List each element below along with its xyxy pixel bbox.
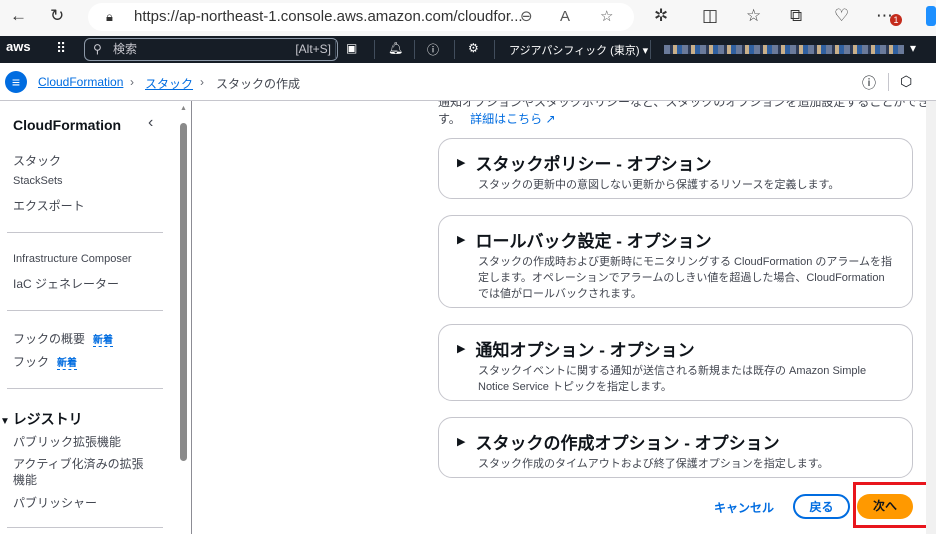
intro-end: す。 xyxy=(438,112,461,126)
caret-right-icon: ▶ xyxy=(457,234,466,246)
breadcrumb-bar: ≡ CloudFormation › スタック › スタックの作成 ⓘ ⬡ xyxy=(0,63,936,101)
search-input[interactable]: ⚲ 検索 [Alt+S] xyxy=(84,38,338,61)
section-notification-options[interactable]: ▶ 通知オプション - オプション スタックイベントに関する通知が送信される新規ま… xyxy=(438,324,913,401)
health-icon[interactable]: ♡ xyxy=(834,6,849,26)
breadcrumb-cloudformation[interactable]: CloudFormation xyxy=(38,75,123,89)
url-text: https://ap-northeast-1.console.aws.amazo… xyxy=(134,8,523,25)
lock-icon: 🔒︎ xyxy=(106,9,113,24)
region-label: アジアパシフィック (東京) xyxy=(509,45,640,57)
back-button[interactable]: 戻る xyxy=(793,494,850,519)
new-badge: 新着 xyxy=(93,335,114,347)
gear-icon[interactable]: ⚙ xyxy=(468,41,479,55)
address-bar[interactable]: 🔒︎ https://ap-northeast-1.console.aws.am… xyxy=(88,3,634,31)
section-description: スタックイベントに関する通知が送信される新規または既存の Amazon Simp… xyxy=(478,365,867,393)
page-scrollbar[interactable] xyxy=(926,101,936,534)
sidebar-item-stacksets[interactable]: StackSets xyxy=(13,175,63,187)
highlight-box xyxy=(853,482,929,528)
back-icon[interactable]: ← xyxy=(10,6,27,26)
extensions-icon[interactable]: ✲ xyxy=(654,6,668,26)
section-title: スタックポリシー - オプション xyxy=(475,155,712,174)
search-placeholder: 検索 xyxy=(113,42,138,56)
label: フック xyxy=(13,355,50,369)
learn-more-label: 詳細はこちら xyxy=(470,112,543,126)
search-shortcut: [Alt+S] xyxy=(295,42,331,56)
browser-toolbar: ← ↻ 🔒︎ https://ap-northeast-1.console.aw… xyxy=(0,0,936,36)
new-badge: 新着 xyxy=(57,358,78,370)
cloudshell-icon[interactable]: ▣ xyxy=(346,41,357,55)
intro-text-end: す。 詳細はこちら ↗ xyxy=(438,110,556,127)
aws-logo[interactable]: aws xyxy=(6,39,31,54)
section-title: ロールバック設定 - オプション xyxy=(475,232,712,251)
sidebar-item-stacks[interactable]: スタック xyxy=(13,152,61,169)
chevron-right-icon: › xyxy=(200,75,204,89)
split-screen-icon[interactable]: ◫ xyxy=(702,6,718,26)
sidebar-scrollbar[interactable]: ▲ xyxy=(178,101,190,534)
favorite-star-icon[interactable]: ☆ xyxy=(600,3,613,31)
breadcrumb-stacks[interactable]: スタック xyxy=(145,75,193,92)
caret-down-icon: ▼ xyxy=(0,416,13,427)
read-aloud-icon[interactable]: A xyxy=(560,3,570,31)
collections-icon[interactable]: ⧉ xyxy=(790,6,802,26)
search-icon: ⚲ xyxy=(93,42,102,56)
region-selector[interactable]: アジアパシフィック (東京) ▾ xyxy=(509,42,648,58)
favorites-icon[interactable]: ☆ xyxy=(746,6,761,26)
refresh-icon[interactable]: ↻ xyxy=(50,6,64,26)
breadcrumb-current: スタックの作成 xyxy=(216,77,301,91)
chevron-right-icon: › xyxy=(130,75,134,89)
services-grid-icon[interactable]: ⠿ xyxy=(56,40,66,57)
scrollbar-thumb[interactable] xyxy=(180,123,187,461)
caret-right-icon: ▶ xyxy=(457,157,466,169)
notification-badge: 1 xyxy=(890,14,902,26)
collapse-sidebar-icon[interactable]: ‹ xyxy=(148,114,153,132)
section-rollback-config[interactable]: ▶ ロールバック設定 - オプション スタックの作成時および更新時にモニタリングす… xyxy=(438,215,913,308)
label: フックの概要 xyxy=(13,332,86,346)
aws-top-nav: aws ⠿ ⚲ 検索 [Alt+S] ▣ 🔔︎ ⓘ ⚙ アジアパシフィック (東… xyxy=(0,36,936,63)
section-description: スタック作成のタイムアウトおよび終了保護オプションを指定します。 xyxy=(478,458,829,470)
sidebar-item-infrastructure-composer[interactable]: Infrastructure Composer xyxy=(13,253,132,265)
section-stack-creation-options[interactable]: ▶ スタックの作成オプション - オプション スタック作成のタイムアウトおよび終了… xyxy=(438,417,913,478)
registry-section-toggle[interactable]: ▼ レジストリ xyxy=(0,409,83,429)
section-title: 通知オプション - オプション xyxy=(475,341,695,360)
section-description: スタックの作成時および更新時にモニタリングする CloudFormation の… xyxy=(478,256,893,300)
sidebar: CloudFormation ‹ スタック StackSets エクスポート I… xyxy=(0,101,178,534)
section-description: スタックの更新中の意図しない更新から保護するリソースを定義します。 xyxy=(478,179,840,191)
caret-right-icon: ▶ xyxy=(457,343,466,355)
registry-title: レジストリ xyxy=(12,411,83,427)
preferences-icon[interactable]: ⬡ xyxy=(900,73,912,90)
caret-right-icon: ▶ xyxy=(457,436,466,448)
info-icon[interactable]: ⓘ xyxy=(862,73,876,93)
sidebar-item-hooks[interactable]: フック 新着 xyxy=(13,353,78,370)
cancel-button[interactable]: キャンセル xyxy=(714,499,774,516)
copilot-icon[interactable] xyxy=(926,6,936,26)
zoom-icon[interactable]: ⊖ xyxy=(520,3,533,31)
sidebar-item-activated-extensions[interactable]: アクティブ化済みの拡張機能 xyxy=(13,456,153,488)
sidebar-item-hooks-overview[interactable]: フックの概要 新着 xyxy=(13,330,114,347)
sidebar-item-public-extensions[interactable]: パブリック拡張機能 xyxy=(13,433,121,450)
bell-icon[interactable]: 🔔︎ xyxy=(388,41,403,55)
sidebar-item-exports[interactable]: エクスポート xyxy=(13,197,85,214)
section-title: スタックの作成オプション - オプション xyxy=(475,434,780,453)
sidebar-item-iac-generator[interactable]: IaC ジェネレーター xyxy=(13,275,119,292)
account-menu-redacted[interactable] xyxy=(664,45,904,54)
intro-text: 通知オプションやスタックポリシーなど、スタックのオプションを追加設定することがで… xyxy=(438,101,936,109)
menu-toggle-icon[interactable]: ≡ xyxy=(5,71,27,93)
chevron-down-icon[interactable]: ▾ xyxy=(910,41,916,55)
section-stack-policy[interactable]: ▶ スタックポリシー - オプション スタックの更新中の意図しない更新から保護する… xyxy=(438,138,913,199)
external-link-icon: ↗ xyxy=(545,112,556,126)
sidebar-item-publishers[interactable]: パブリッシャー xyxy=(13,494,97,511)
help-icon[interactable]: ⓘ xyxy=(427,41,439,58)
learn-more-link[interactable]: 詳細はこちら ↗ xyxy=(470,112,555,126)
sidebar-title: CloudFormation xyxy=(13,117,122,133)
